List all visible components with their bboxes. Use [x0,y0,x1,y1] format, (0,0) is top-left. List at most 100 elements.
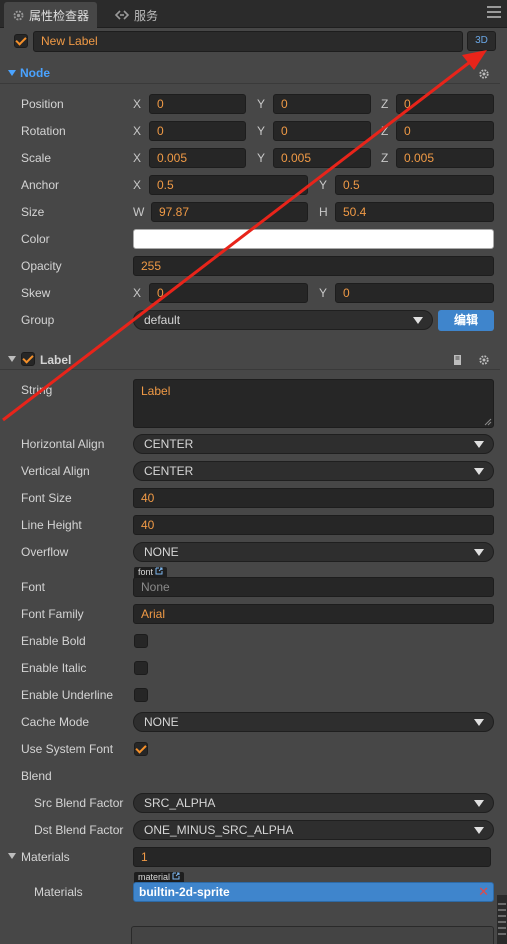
node-active-checkbox[interactable] [14,34,28,48]
scale-y-input[interactable]: 0.005 [273,148,371,168]
chevron-down-icon [474,719,484,726]
gear-icon [13,10,24,20]
material-asset-value: builtin-2d-sprite [139,885,230,899]
scale-y-axis: Y [257,151,266,165]
material-tag-label: material [138,872,171,882]
label-section-title: Label [40,353,72,367]
position-x-axis: X [133,97,142,111]
chevron-down-icon [474,800,484,807]
enable-underline-checkbox[interactable] [134,688,148,702]
skew-x-axis: X [133,286,142,300]
cache-mode-label: Cache Mode [21,715,90,729]
chevron-down-icon [474,441,484,448]
size-h-axis: H [319,205,328,219]
font-family-input[interactable]: Arial [133,604,494,624]
label-settings-gear-icon[interactable] [478,354,490,366]
position-z-input[interactable]: 0 [396,94,494,114]
scale-label: Scale [21,151,52,165]
color-swatch[interactable] [133,229,494,249]
size-label: Size [21,205,45,219]
node-name-input[interactable]: New Label [33,31,463,52]
line-height-label: Line Height [21,518,82,532]
skew-y-axis: Y [319,286,328,300]
dst-blend-factor-value: ONE_MINUS_SRC_ALPHA [144,823,294,837]
label-component-checkbox[interactable] [21,352,35,366]
resize-grip-icon[interactable] [484,418,492,426]
scale-z-input[interactable]: 0.005 [396,148,494,168]
tab-inspector-label: 属性检查器 [29,8,90,23]
size-width-input[interactable]: 97.87 [151,202,308,222]
group-select-value: default [144,313,181,327]
material-asset-field[interactable]: builtin-2d-sprite ✕ [133,882,494,902]
rotation-z-input[interactable]: 0 [396,121,494,141]
tab-services[interactable]: 服务 [106,2,166,28]
panel-tab-bar: 属性检查器 服务 [0,0,507,28]
position-z-axis: Z [381,97,389,111]
rotation-label: Rotation [21,124,66,138]
node-section-title: Node [20,66,50,80]
font-label: Font [21,580,46,594]
font-size-label: Font Size [21,491,72,505]
skew-label: Skew [21,286,51,300]
skew-x-input[interactable]: 0 [149,283,308,303]
rotation-x-input[interactable]: 0 [149,121,246,141]
group-select[interactable]: default [133,310,433,330]
vertical-align-value: CENTER [144,464,194,478]
rotation-y-input[interactable]: 0 [273,121,371,141]
vertical-align-select[interactable]: CENTER [133,461,494,481]
external-link-icon [172,872,180,880]
scrollbar[interactable] [497,895,507,944]
chevron-down-icon [474,468,484,475]
opacity-input[interactable]: 255 [133,256,494,276]
position-label: Position [21,97,64,111]
collapse-arrow-icon [8,70,16,76]
position-y-input[interactable]: 0 [273,94,371,114]
position-x-input[interactable]: 0 [149,94,246,114]
use-system-font-checkbox[interactable] [134,742,148,756]
chevron-down-icon [474,827,484,834]
edit-group-button[interactable]: 编辑 [438,310,494,331]
horizontal-align-select[interactable]: CENTER [133,434,494,454]
cache-mode-select[interactable]: NONE [133,712,494,732]
node-settings-gear-icon[interactable] [478,68,490,80]
blend-label: Blend [21,769,52,783]
string-label: String [21,383,53,397]
tab-inspector[interactable]: 属性检查器 [4,2,98,28]
enable-italic-checkbox[interactable] [134,661,148,675]
anchor-y-axis: Y [319,178,328,192]
enable-bold-checkbox[interactable] [134,634,148,648]
collapse-arrow-icon [8,356,16,362]
scale-x-input[interactable]: 0.005 [149,148,246,168]
horizontal-align-value: CENTER [144,437,194,451]
help-book-icon[interactable] [452,354,463,366]
anchor-label: Anchor [21,178,60,192]
rotation-y-axis: Y [257,124,266,138]
enable-underline-label: Enable Underline [21,688,114,702]
font-asset-field[interactable]: None [133,577,494,597]
material-item-label: Materials [34,885,83,899]
position-y-axis: Y [257,97,266,111]
use-system-font-label: Use System Font [21,742,114,756]
label-section-header[interactable]: Label [0,348,500,370]
skew-y-input[interactable]: 0 [335,283,494,303]
toggle-3d-button[interactable]: 3D [467,31,496,51]
cache-mode-value: NONE [144,715,179,729]
line-height-input[interactable]: 40 [133,515,494,535]
string-textarea[interactable]: Label [133,379,494,428]
rotation-z-axis: Z [381,124,389,138]
anchor-y-input[interactable]: 0.5 [335,175,494,195]
link-icon [114,10,130,20]
font-size-input[interactable]: 40 [133,488,494,508]
node-section-header[interactable]: Node [0,62,500,84]
clear-material-icon[interactable]: ✕ [478,885,489,899]
chevron-down-icon [413,317,423,324]
dst-blend-factor-select[interactable]: ONE_MINUS_SRC_ALPHA [133,820,494,840]
src-blend-factor-select[interactable]: SRC_ALPHA [133,793,494,813]
anchor-x-input[interactable]: 0.5 [149,175,308,195]
size-height-input[interactable]: 50.4 [335,202,494,222]
overflow-select[interactable]: NONE [133,542,494,562]
materials-collapse-arrow-icon[interactable] [8,853,16,859]
panel-menu-icon[interactable] [487,6,501,18]
tab-services-label: 服务 [134,8,159,23]
materials-count-input[interactable]: 1 [133,847,491,867]
